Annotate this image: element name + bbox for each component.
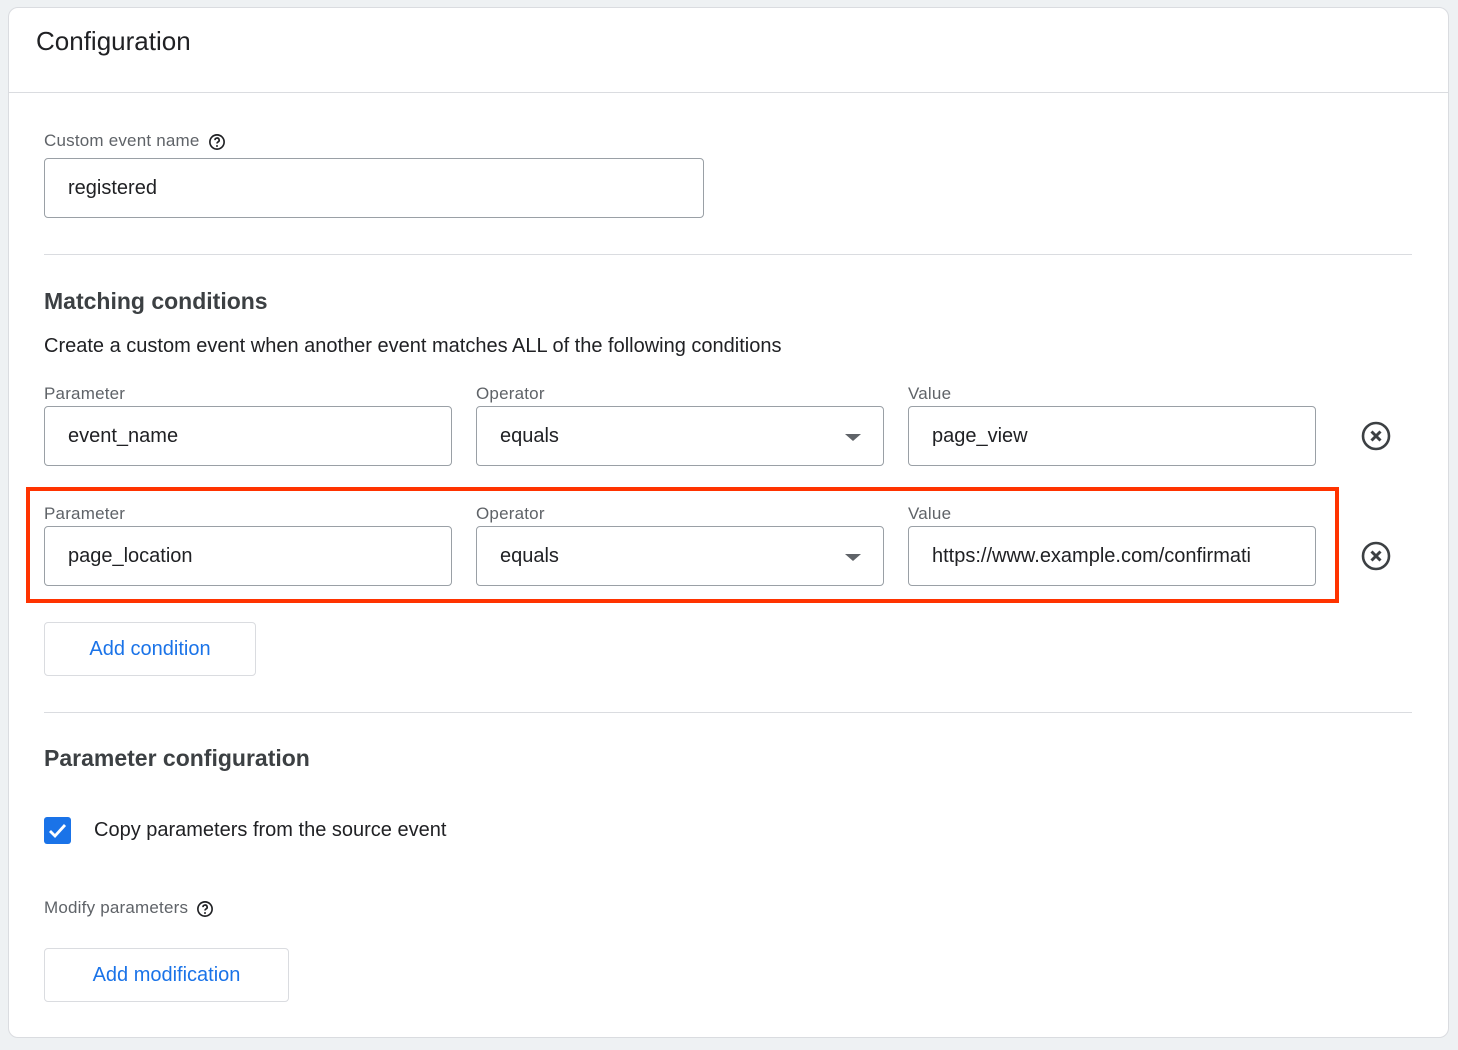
card-title: Configuration [36,26,191,56]
label-text: Custom event name [44,131,200,150]
dropdown-arrow-icon [845,554,861,561]
value-input[interactable]: https://www.example.com/confirmati [908,526,1316,586]
parameter-label: Parameter [44,504,126,523]
help-circle-icon[interactable] [208,133,226,151]
copy-parameters-checkbox[interactable] [44,817,71,844]
operator-value: equals [500,544,559,567]
divider [44,712,1412,713]
modify-parameters-label: Modify parameters [44,898,214,918]
parameter-label: Parameter [44,384,126,403]
remove-condition-icon[interactable] [1360,420,1392,452]
operator-label: Operator [476,504,545,523]
parameter-input[interactable]: page_location [44,526,452,586]
operator-select[interactable]: equals [476,526,884,586]
label-text: Modify parameters [44,898,189,917]
divider [9,92,1448,93]
operator-select[interactable]: equals [476,406,884,466]
add-modification-button[interactable]: Add modification [44,948,289,1002]
add-condition-button[interactable]: Add condition [44,622,256,676]
checkmark-icon [49,824,67,839]
custom-event-name-label: Custom event name [44,131,226,151]
value-label: Value [908,384,952,403]
operator-value: equals [500,424,559,447]
copy-parameters-label: Copy parameters from the source event [94,819,447,841]
parameter-configuration-heading: Parameter configuration [44,745,310,771]
matching-conditions-heading: Matching conditions [44,288,268,314]
custom-event-name-input[interactable]: registered [44,158,704,218]
dropdown-arrow-icon [845,434,861,441]
remove-condition-icon[interactable] [1360,540,1392,572]
value-input[interactable]: page_view [908,406,1316,466]
help-circle-icon[interactable] [196,900,214,918]
matching-conditions-description: Create a custom event when another event… [44,335,782,357]
divider [44,254,1412,255]
value-label: Value [908,504,952,523]
operator-label: Operator [476,384,545,403]
parameter-input[interactable]: event_name [44,406,452,466]
